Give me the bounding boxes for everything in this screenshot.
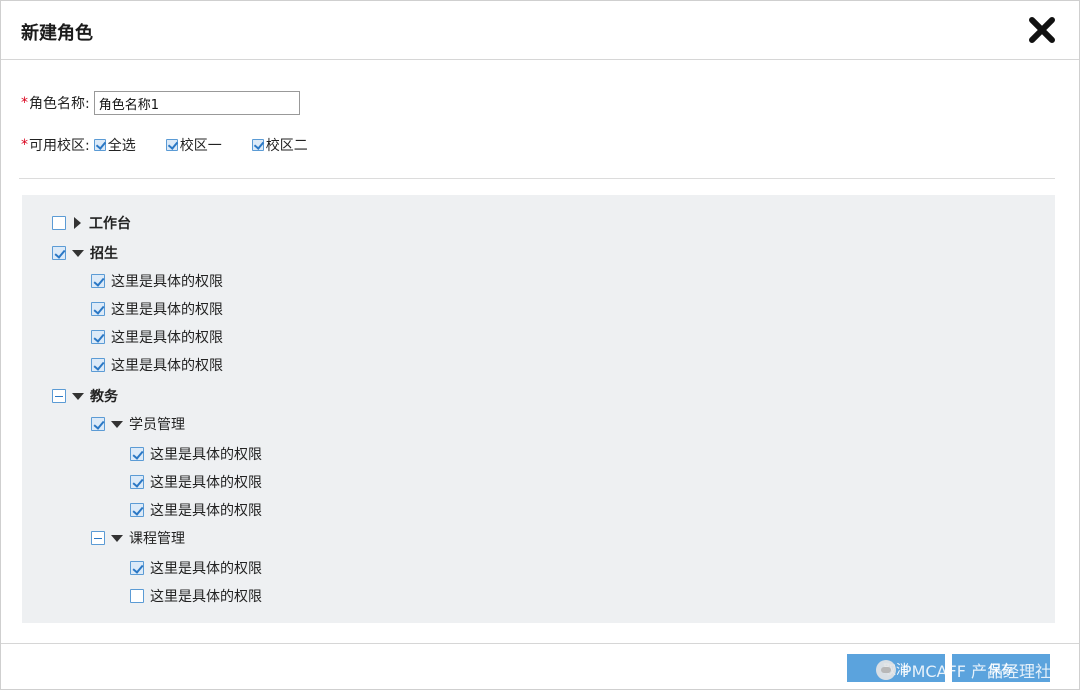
collapse-icon[interactable] (111, 534, 123, 542)
dialog-header: 新建角色 (1, 1, 1079, 60)
permission-tree: 工作台 招生 这里是具体的权限 这里是具体的权限 这里是具体的权限 这里是具体的… (22, 195, 1055, 623)
tree-node-label: 招生 (90, 246, 118, 262)
campus-row: * 可用校区: 全选 校区一 校区二 (21, 135, 338, 155)
permission-item[interactable]: 这里是具体的权限 (130, 558, 262, 578)
permission-label: 这里是具体的权限 (111, 358, 223, 374)
campus-option-2[interactable]: 校区二 (251, 135, 308, 155)
permission-item[interactable]: 这里是具体的权限 (91, 327, 223, 347)
permission-checkbox[interactable] (91, 330, 105, 344)
permission-item[interactable]: 这里是具体的权限 (130, 444, 262, 464)
permission-checkbox[interactable] (130, 503, 144, 517)
dialog-title: 新建角色 (21, 23, 93, 44)
tree-node-academic[interactable]: 教务 (52, 386, 118, 406)
permission-label: 这里是具体的权限 (150, 503, 262, 519)
footer-divider (1, 643, 1079, 644)
tree-node-course-mgmt[interactable]: 课程管理 (91, 528, 185, 548)
permission-item[interactable]: 这里是具体的权限 (130, 500, 262, 520)
select-all-checkbox[interactable] (93, 139, 106, 151)
campus-label: 可用校区: (29, 138, 90, 154)
permission-label: 这里是具体的权限 (150, 475, 262, 491)
collapse-icon[interactable] (72, 249, 84, 257)
tree-node-student-mgmt[interactable]: 学员管理 (91, 414, 185, 434)
save-button[interactable]: 保存 (952, 654, 1050, 682)
permission-label: 这里是具体的权限 (150, 447, 262, 463)
new-role-dialog: 新建角色 * 角色名称: * 可用校区: 全选 校区一 校区二 (0, 0, 1080, 690)
permission-item[interactable]: 这里是具体的权限 (91, 299, 223, 319)
campus-option-select-all[interactable]: 全选 (93, 135, 136, 155)
required-mark: * (21, 95, 28, 111)
tree-node-workbench[interactable]: 工作台 (52, 213, 131, 233)
permission-checkbox[interactable] (91, 302, 105, 316)
permission-item[interactable]: 这里是具体的权限 (130, 586, 262, 606)
student-mgmt-checkbox[interactable] (91, 417, 105, 431)
permission-item[interactable]: 这里是具体的权限 (91, 355, 223, 375)
tree-node-label: 教务 (90, 389, 118, 405)
role-name-label: 角色名称: (29, 96, 90, 112)
permission-item[interactable]: 这里是具体的权限 (91, 271, 223, 291)
close-icon[interactable] (1027, 15, 1057, 45)
tree-node-label: 工作台 (89, 216, 131, 232)
role-name-input[interactable] (93, 91, 300, 115)
course-mgmt-checkbox[interactable] (91, 531, 105, 545)
role-name-row: * 角色名称: (21, 91, 300, 115)
tree-node-label: 学员管理 (129, 417, 185, 433)
permission-label: 这里是具体的权限 (111, 302, 223, 318)
collapse-icon[interactable] (111, 420, 123, 428)
permission-checkbox[interactable] (130, 561, 144, 575)
permission-checkbox[interactable] (130, 475, 144, 489)
required-mark: * (21, 137, 28, 153)
section-divider (19, 178, 1055, 179)
permission-label: 这里是具体的权限 (111, 330, 223, 346)
campus-option-label: 校区二 (265, 138, 308, 154)
cancel-button[interactable]: 取消 (847, 654, 945, 682)
tree-node-label: 课程管理 (129, 531, 185, 547)
workbench-checkbox[interactable] (52, 216, 66, 230)
permission-label: 这里是具体的权限 (111, 274, 223, 290)
enroll-checkbox[interactable] (52, 246, 66, 260)
permission-checkbox[interactable] (130, 589, 144, 603)
collapse-icon[interactable] (72, 392, 84, 400)
permission-label: 这里是具体的权限 (150, 561, 262, 577)
campus-option-1[interactable]: 校区一 (165, 135, 222, 155)
campus-option-label: 校区一 (179, 138, 222, 154)
campus-1-checkbox[interactable] (165, 139, 178, 151)
campus-option-label: 全选 (107, 138, 136, 154)
permission-label: 这里是具体的权限 (150, 589, 262, 605)
tree-node-enroll[interactable]: 招生 (52, 243, 118, 263)
expand-icon[interactable] (74, 217, 81, 229)
permission-checkbox[interactable] (91, 274, 105, 288)
campus-2-checkbox[interactable] (251, 139, 264, 151)
permission-checkbox[interactable] (130, 447, 144, 461)
permission-checkbox[interactable] (91, 358, 105, 372)
permission-item[interactable]: 这里是具体的权限 (130, 472, 262, 492)
academic-checkbox[interactable] (52, 389, 66, 403)
